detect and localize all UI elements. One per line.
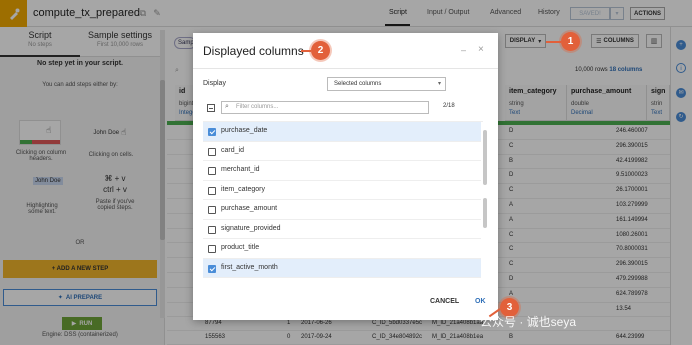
column-option-label: first_active_month bbox=[221, 263, 278, 271]
column-checkbox[interactable] bbox=[208, 147, 216, 156]
column-option-label: product_title bbox=[221, 244, 260, 251]
chevron-down-icon: ▾ bbox=[437, 81, 441, 87]
column-option[interactable]: purchase_date bbox=[203, 122, 481, 142]
column-checkbox[interactable] bbox=[208, 225, 216, 234]
display-select[interactable]: Selected columns ▾ bbox=[327, 77, 446, 91]
column-option-label: signature_provided bbox=[221, 224, 281, 232]
column-option-label: merchant_id bbox=[221, 166, 260, 173]
column-option[interactable]: card_id bbox=[203, 142, 481, 161]
selected-count: 2/18 bbox=[443, 103, 455, 109]
column-option-label: item_category bbox=[221, 185, 265, 193]
column-option[interactable]: item_category bbox=[203, 181, 481, 200]
column-checkbox[interactable] bbox=[208, 128, 216, 136]
dialog-title: Displayed columns bbox=[203, 44, 304, 58]
column-option-label: purchase_date bbox=[221, 127, 268, 134]
column-checkbox[interactable] bbox=[208, 186, 216, 195]
displayed-columns-dialog: Displayed columns – × Display Selected c… bbox=[193, 33, 498, 320]
close-icon[interactable]: × bbox=[478, 44, 484, 55]
column-option-label: card_id bbox=[221, 146, 244, 154]
callout-1-arrow bbox=[546, 41, 561, 43]
column-option-label: purchase_amount bbox=[221, 205, 278, 212]
column-checkbox[interactable] bbox=[208, 206, 216, 214]
column-option[interactable]: first_active_month bbox=[203, 258, 481, 278]
column-checkbox[interactable] bbox=[208, 245, 216, 253]
column-option[interactable]: purchase_amount bbox=[203, 200, 481, 220]
column-list: purchase_date card_id merchant_id item_cate… bbox=[203, 121, 483, 279]
list-scrollbar-thumb[interactable] bbox=[483, 130, 487, 185]
watermark: 公众号 · 诚也seya bbox=[480, 315, 577, 329]
filter-columns-input[interactable]: Filter columns... bbox=[221, 101, 429, 114]
minimize-icon[interactable]: – bbox=[461, 45, 466, 55]
column-checkbox[interactable] bbox=[208, 167, 216, 175]
display-select-value: Selected columns bbox=[334, 81, 382, 87]
column-option[interactable]: product_title bbox=[203, 239, 481, 259]
column-list-header: Filter columns... ⌕ 2/18 bbox=[203, 100, 483, 116]
column-checkbox[interactable] bbox=[208, 264, 216, 273]
callout-1: 1 bbox=[561, 32, 580, 51]
ok-button[interactable]: OK bbox=[475, 298, 486, 305]
title-divider bbox=[193, 68, 498, 69]
select-all-checkbox[interactable] bbox=[207, 104, 215, 112]
column-option[interactable]: signature_provided bbox=[203, 220, 481, 239]
cancel-button[interactable]: CANCEL bbox=[430, 298, 459, 305]
column-option[interactable]: merchant_id bbox=[203, 161, 481, 181]
callout-2-arrow bbox=[301, 50, 311, 52]
display-label: Display bbox=[203, 80, 226, 87]
callout-2: 2 bbox=[311, 41, 330, 60]
search-icon: ⌕ bbox=[225, 103, 229, 110]
list-scrollbar-thumb-secondary[interactable] bbox=[483, 198, 487, 228]
